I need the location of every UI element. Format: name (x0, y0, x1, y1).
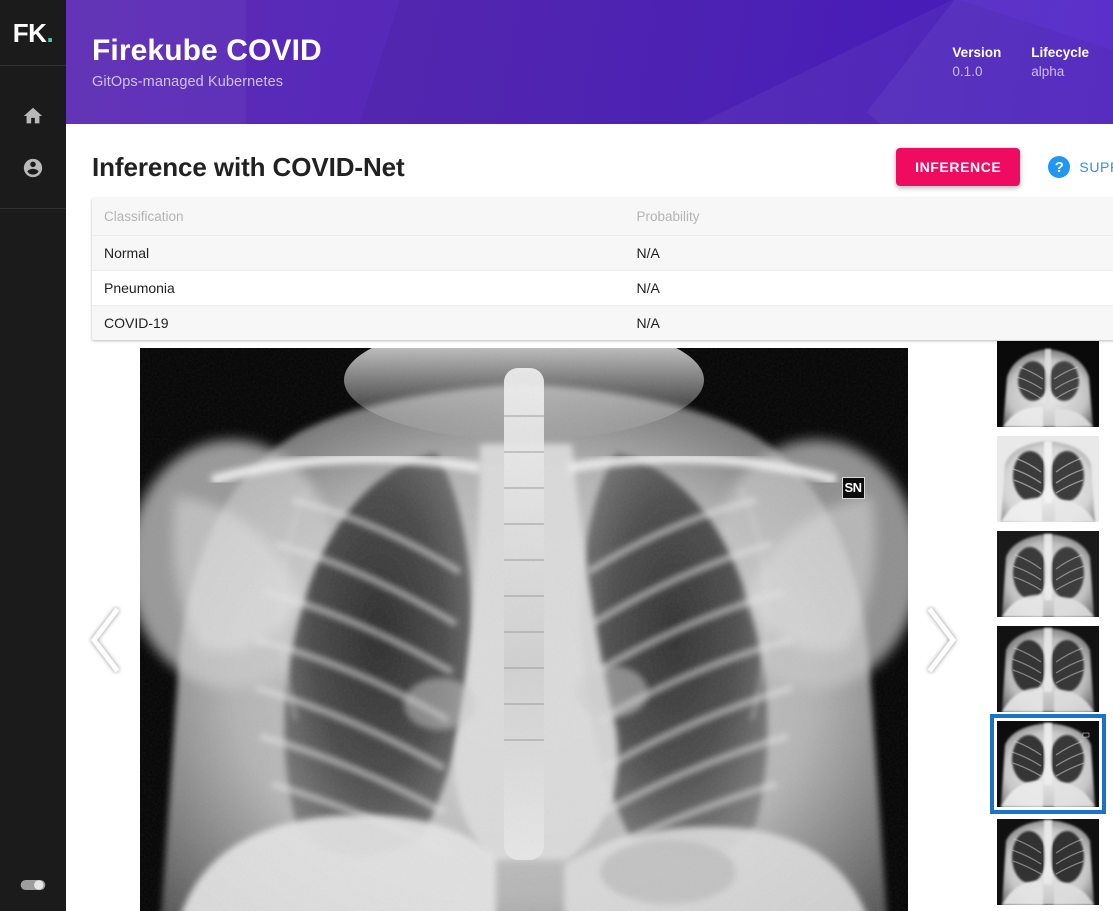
thumbnail-strip (981, 341, 1113, 911)
app-logo[interactable]: FK. (0, 0, 66, 66)
thumbnail-item-selected[interactable] (990, 714, 1106, 814)
table-row: COVID-19 N/A (92, 305, 1113, 340)
table-row: Pneumonia N/A (92, 270, 1113, 306)
thumbnail-xray-5 (997, 721, 1099, 807)
thumbnail-item[interactable] (997, 819, 1099, 905)
carousel-prev-button[interactable] (82, 604, 130, 676)
lifecycle-label: Lifecycle (1031, 45, 1089, 60)
banner-subtitle: GitOps-managed Kubernetes (92, 73, 284, 90)
table-header-row: Classification Probability (92, 198, 1113, 236)
banner-meta: Version 0.1.0 Lifecycle alpha (952, 45, 1113, 79)
support-label: SUPPORT (1079, 159, 1113, 175)
column-classification: Classification (92, 198, 625, 236)
thumbnail-xray-3 (997, 531, 1099, 617)
main-xray-image: SN (139, 348, 908, 911)
chevron-right-icon (927, 607, 957, 673)
thumbnail-item[interactable] (997, 531, 1099, 617)
cell-classification: COVID-19 (104, 315, 169, 331)
thumbnail-xray-6 (997, 819, 1099, 905)
cell-probability: N/A (624, 270, 1113, 306)
thumbnail-xray-2 (997, 436, 1099, 522)
lifecycle-value: alpha (1031, 64, 1065, 79)
sidebar-item-home[interactable] (0, 90, 66, 142)
thumbnail-item[interactable] (997, 626, 1099, 712)
chevron-left-icon (90, 607, 120, 673)
toggle-on-icon (20, 879, 46, 891)
sidebar-divider (0, 208, 66, 209)
column-probability: Probability (624, 198, 1113, 236)
xray-side-marker: SN (841, 477, 865, 499)
page-header-row: Inference with COVID-Net INFERENCE ? SUP… (66, 124, 1113, 186)
cell-classification: Normal (92, 235, 625, 271)
main-content: Firekube COVID GitOps-managed Kubernetes… (66, 0, 1113, 911)
theme-toggle-switch[interactable] (20, 872, 46, 898)
classification-table-card: Classification Probability Normal N/A Pn… (92, 198, 1113, 340)
inference-button[interactable]: INFERENCE (896, 148, 1021, 186)
logo-initials: FK (12, 17, 47, 48)
logo-text: FK. (12, 17, 54, 48)
thumbnail-xray-4 (997, 626, 1099, 712)
banner-titles: Firekube COVID GitOps-managed Kubernetes (92, 34, 322, 90)
image-viewer: SN (66, 341, 1113, 911)
sidebar-nav (0, 66, 66, 209)
version-label: Version (952, 45, 1002, 60)
logo-dot: . (46, 17, 54, 48)
help-icon: ? (1048, 156, 1071, 178)
chest-xray-graphic (139, 348, 908, 911)
app-root: FK. Firekube COVID GitOps-managed Kubern… (0, 0, 1113, 911)
version-value: 0.1.0 (952, 64, 983, 79)
cell-classification: Pneumonia (92, 270, 625, 306)
banner-meta-lifecycle: Lifecycle alpha (1031, 45, 1089, 79)
table-head: Classification Probability (92, 198, 1113, 236)
table-row: Normal N/A (92, 235, 1113, 271)
sidebar-bottom (0, 859, 66, 911)
sidebar: FK. (0, 0, 66, 911)
carousel-next-button[interactable] (917, 604, 965, 676)
classification-table: Classification Probability Normal N/A Pn… (92, 198, 1113, 340)
app-banner: Firekube COVID GitOps-managed Kubernetes… (66, 0, 1113, 124)
support-link[interactable]: ? SUPPORT (1034, 156, 1113, 178)
cell-probability: N/A (636, 315, 660, 331)
thumbnail-xray-1 (997, 341, 1099, 427)
thumbnail-item[interactable] (997, 436, 1099, 522)
home-icon (23, 107, 43, 124)
sidebar-item-account[interactable] (0, 142, 66, 194)
xray-carousel: SN (66, 348, 981, 911)
cell-probability: N/A (624, 235, 1113, 271)
banner-title: Firekube COVID (92, 34, 322, 68)
table-body: Normal N/A Pneumonia N/A COVID-19 N/A (92, 235, 1113, 340)
banner-meta-version: Version 0.1.0 (952, 45, 1001, 79)
page-title: Inference with COVID-Net (92, 151, 405, 182)
thumbnail-item[interactable] (997, 341, 1099, 427)
account-circle-icon (23, 158, 43, 178)
